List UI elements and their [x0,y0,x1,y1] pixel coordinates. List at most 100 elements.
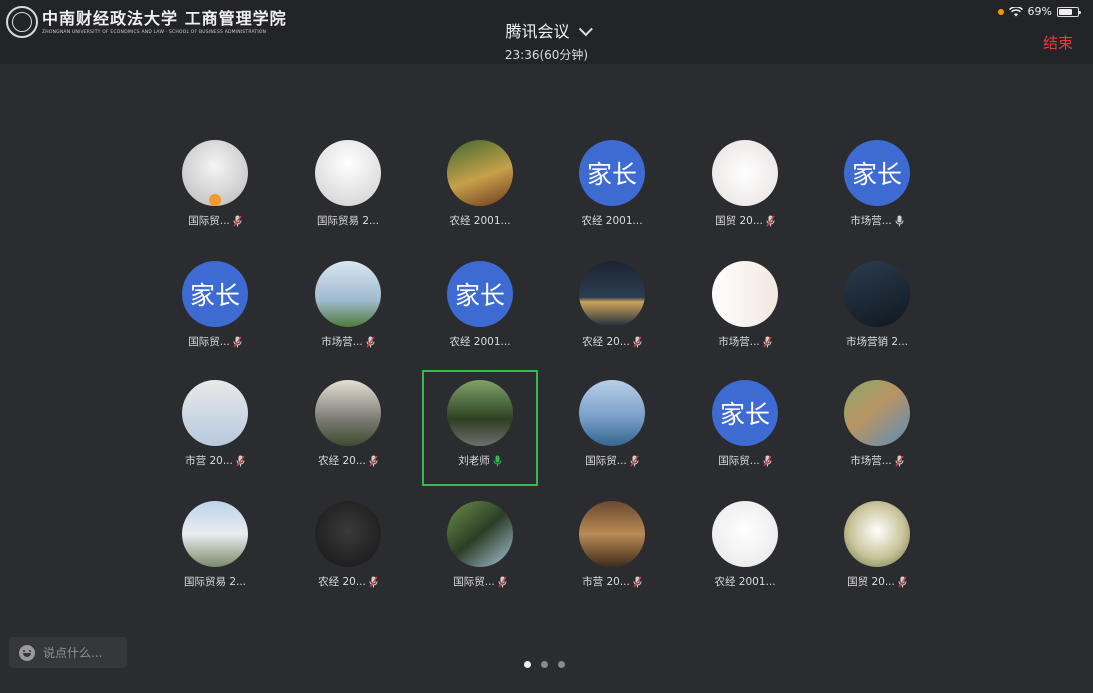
participant-name: 市场营... [819,453,935,468]
avatar [844,501,910,567]
participant-name: 国际贸... [157,334,273,349]
participant-tile[interactable]: 农经 2001... [422,132,538,248]
page-dot[interactable] [558,661,565,668]
mic-muted-icon [369,455,378,466]
microphone-icon [895,215,904,226]
avatar: 家长 [447,261,513,327]
mic-muted-icon [763,455,772,466]
wifi-icon [1008,6,1023,16]
battery-icon [1057,6,1081,17]
avatar [182,501,248,567]
participant-name: 农经 2001... [449,336,511,348]
avatar: 家长 [844,140,910,206]
avatar: 家长 [712,380,778,446]
avatar [579,261,645,327]
participant-name: 农经 20... [290,453,406,468]
end-meeting-button[interactable]: 结束 [1043,32,1073,53]
participant-tile[interactable]: 国贸 20... [687,132,803,248]
chat-input[interactable]: 说点什么... [9,637,127,668]
participant-tile[interactable]: 家长农经 2001... [422,253,538,369]
mic-muted-icon [630,455,639,466]
mic-muted-icon [366,336,375,347]
participant-name: 市营 20... [157,453,273,468]
meeting-time: 23:36(60分钟) [504,48,589,62]
participant-name: 国贸 20... [687,213,803,228]
avatar [315,140,381,206]
participant-name: 国贸 20... [819,574,935,589]
participant-tile[interactable]: 市营 20... [554,493,670,609]
recording-dot-icon [997,8,1004,15]
meeting-header: 腾讯会议 23:36(60分钟) [0,18,1093,63]
participant-tile[interactable]: 刘老师 [422,370,538,486]
participant-name: 农经 20... [290,574,406,589]
avatar [447,501,513,567]
avatar [579,501,645,567]
participant-tile[interactable]: 市场营销 2... [819,253,935,369]
participant-name: 农经 2001... [581,215,643,227]
page-dot[interactable] [524,661,531,668]
avatar [712,261,778,327]
participant-name: 国际贸... [157,213,273,228]
mic-muted-icon [233,215,242,226]
mic-muted-icon [633,336,642,347]
meeting-title[interactable]: 腾讯会议 [0,18,1093,42]
participant-name: 市场营... [819,213,935,228]
chevron-down-icon [578,22,593,37]
page-indicator[interactable] [524,661,565,668]
emoji-icon[interactable] [19,644,35,661]
participant-tile[interactable]: 国际贸... [157,132,273,248]
participant-name: 市营 20... [554,574,670,589]
participant-tile[interactable]: 农经 20... [290,493,406,609]
chat-placeholder: 说点什么... [43,646,103,660]
participant-name: 农经 20... [554,334,670,349]
participant-tile[interactable]: 国际贸易 2... [157,493,273,609]
participant-tile[interactable]: 国际贸... [422,493,538,609]
participant-tile[interactable]: 家长国际贸... [687,372,803,488]
mic-muted-icon [369,576,378,587]
mic-muted-icon [766,215,775,226]
participant-name: 国际贸易 2... [183,576,247,588]
mic-muted-icon [633,576,642,587]
participant-tile[interactable]: 农经 20... [554,253,670,369]
participant-name: 市场营... [290,334,406,349]
avatar [315,261,381,327]
avatar [579,380,645,446]
participant-tile[interactable]: 家长 农经 2001... [554,132,670,248]
participant-name: 国际贸... [422,574,538,589]
mic-muted-icon [895,455,904,466]
avatar [844,261,910,327]
battery-percent: 69% [1027,5,1052,18]
avatar [447,140,513,206]
participant-tile[interactable]: 家长市场营... [819,132,935,248]
avatar [315,501,381,567]
mic-muted-icon [498,576,507,587]
participant-name: 农经 2001... [449,215,511,227]
mic-muted-icon [898,576,907,587]
mic-muted-icon [236,455,245,466]
participant-tile[interactable]: 农经 20... [290,372,406,488]
participant-tile[interactable]: 国贸 20... [819,493,935,609]
avatar [844,380,910,446]
participant-name: 农经 2001... [714,576,776,588]
mic-muted-icon [763,336,772,347]
participant-tile[interactable]: 市营 20... [157,372,273,488]
participant-name: 国际贸... [554,453,670,468]
avatar [712,501,778,567]
mic-muted-icon [233,336,242,347]
participant-tile[interactable]: 家长国际贸... [157,253,273,369]
avatar [712,140,778,206]
participant-name: 刘老师 [424,453,536,468]
avatar: 家长 [182,261,248,327]
participant-tile[interactable]: 市场营... [687,253,803,369]
microphone-icon [493,455,502,466]
participant-tile[interactable]: 国际贸... [554,372,670,488]
participant-tile[interactable]: 农经 2001... [687,493,803,609]
page-dot[interactable] [541,661,548,668]
participant-name: 市场营销 2... [845,336,909,348]
participant-tile[interactable]: 市场营... [290,253,406,369]
participant-tile[interactable]: 国际贸易 2... [290,132,406,248]
avatar [315,380,381,446]
participant-name: 国际贸... [687,453,803,468]
participant-tile[interactable]: 市场营... [819,372,935,488]
host-badge-icon [209,194,221,206]
